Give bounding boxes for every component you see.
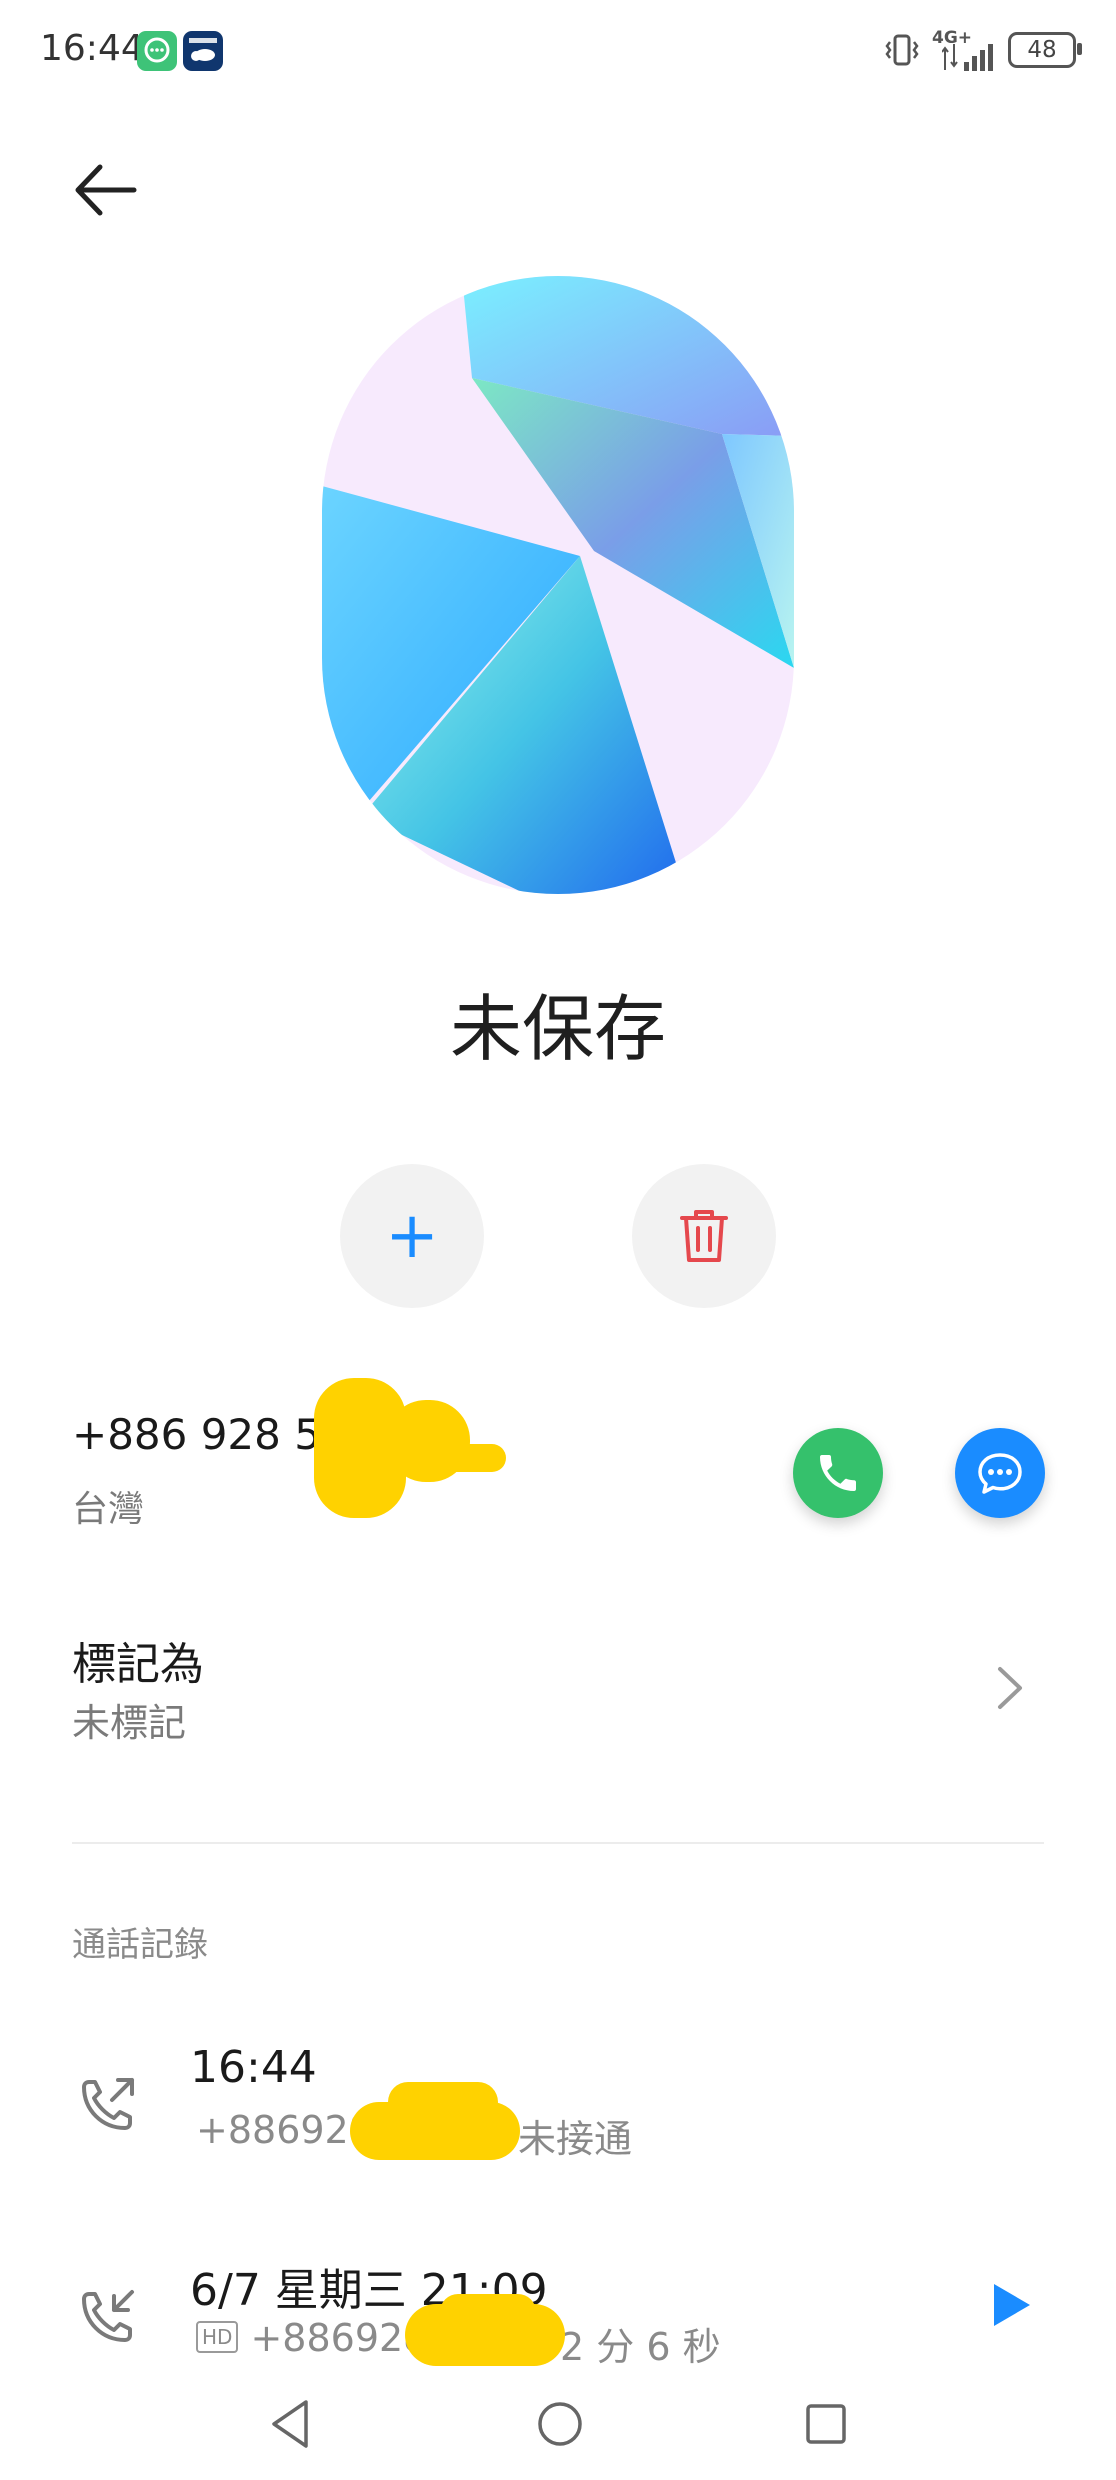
phone-region: 台灣 — [72, 1489, 145, 1530]
messages-app-icon — [137, 31, 177, 71]
call-log-status: 未接通 — [518, 2117, 633, 2161]
battery-indicator: 48 — [1008, 32, 1082, 68]
delete-button[interactable] — [632, 1164, 776, 1308]
redaction-mark — [430, 1444, 506, 1472]
call-button[interactable] — [793, 1428, 883, 1518]
call-log-entry[interactable]: 6/7 星期三 21:09 HD +8869285 2 分 6 秒 — [0, 2236, 1116, 2396]
nav-back-icon[interactable] — [268, 2398, 312, 2450]
add-contact-button[interactable]: + — [340, 1164, 484, 1308]
redaction-mark — [388, 2082, 498, 2122]
status-time: 16:44 — [40, 28, 144, 69]
status-right-group: 4G+ 48 — [882, 28, 1082, 72]
mark-as-label[interactable]: 標記為 — [72, 1628, 204, 1692]
network-indicator: 4G+ — [932, 28, 998, 72]
phone-number[interactable]: +886 928 5 — [72, 1410, 321, 1459]
redaction-mark — [440, 2294, 536, 2330]
nav-home-icon[interactable] — [536, 2400, 584, 2448]
section-divider — [72, 1842, 1044, 1844]
weather-app-icon — [183, 31, 223, 71]
mark-as-value: 未標記 — [72, 1701, 187, 1745]
signal-icon — [942, 44, 993, 71]
call-log-time: 16:44 — [190, 2042, 317, 2093]
back-arrow-icon[interactable] — [70, 155, 140, 225]
contact-avatar — [322, 276, 794, 894]
phone-icon — [820, 1455, 856, 1491]
incoming-call-icon — [82, 2290, 134, 2342]
nav-recents-icon[interactable] — [804, 2402, 848, 2446]
trash-icon — [680, 1210, 728, 1262]
call-log-entry[interactable]: 16:44 +886928 未接通 — [0, 2020, 1116, 2170]
chat-bubble-icon — [978, 1453, 1022, 1494]
play-icon[interactable] — [990, 2280, 1034, 2330]
navigation-bar — [0, 2380, 1116, 2480]
call-log-number: +886928 — [196, 2108, 373, 2152]
chevron-right-icon[interactable] — [996, 1665, 1024, 1711]
outgoing-call-icon — [82, 2078, 134, 2130]
call-log-duration: 2 分 6 秒 — [560, 2325, 721, 2369]
call-log-title: 通話記錄 — [72, 1925, 208, 1965]
hd-badge: HD — [196, 2320, 239, 2353]
contact-title: 未保存 — [449, 987, 666, 1071]
add-contact-icon: + — [385, 1199, 439, 1273]
vibrate-icon — [885, 34, 919, 66]
message-button[interactable] — [955, 1428, 1045, 1518]
battery-level: 48 — [1027, 37, 1057, 63]
